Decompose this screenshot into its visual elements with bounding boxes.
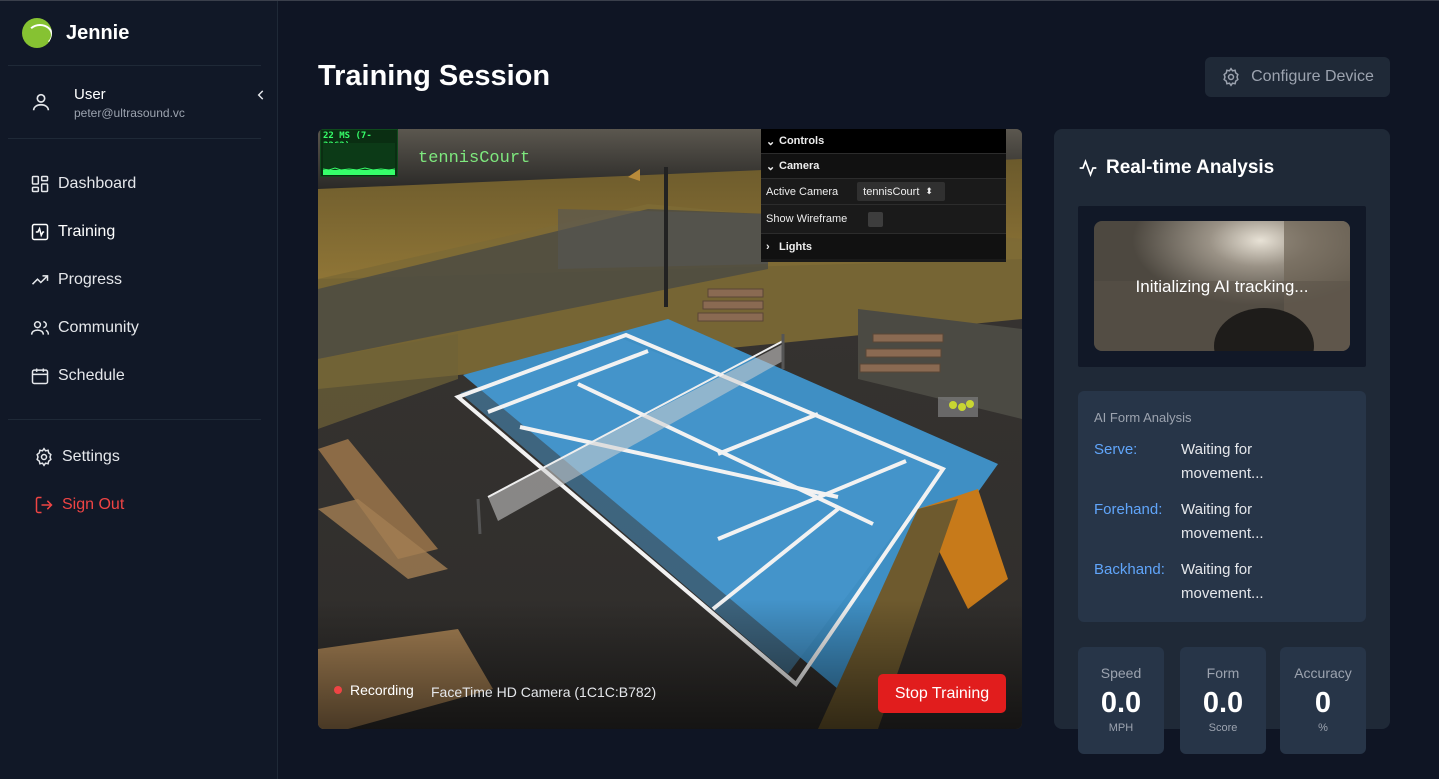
analysis-title: Real-time Analysis	[1106, 157, 1275, 178]
form-metric-card: Form 0.0 Score	[1180, 647, 1266, 754]
brand-name: Jennie	[66, 21, 130, 44]
active-camera-select[interactable]: tennisCourt ⬍	[857, 182, 946, 201]
gear-icon	[1223, 67, 1239, 87]
fps-stats-panel[interactable]: 22 MS (7-3262)	[320, 129, 398, 177]
tracking-status-text: Initializing AI tracking...	[1135, 277, 1309, 296]
forehand-status: Waiting for movement...	[1181, 501, 1264, 542]
fps-graph-bars	[322, 167, 396, 175]
recording-label: Recording	[350, 682, 414, 698]
user-icon	[32, 93, 50, 111]
calendar-icon	[31, 368, 49, 385]
backhand-status: Waiting for movement...	[1181, 561, 1264, 602]
user-email: peter@ultrasound.vc	[74, 106, 185, 120]
camera-device-name: FaceTime HD Camera (1C1C:B782)	[431, 684, 657, 700]
speed-metric-card: Speed 0.0 MPH	[1078, 647, 1164, 754]
active-camera-label: Active Camera	[766, 185, 839, 198]
analysis-header: Real-time Analysis	[1078, 157, 1274, 179]
chevron-down-icon: ⌄	[766, 135, 776, 148]
sidebar-item-label: Dashboard	[58, 175, 137, 192]
sidebar-item-label: Training	[58, 223, 116, 240]
gui-camera-folder[interactable]: ⌄ Camera	[761, 154, 1006, 179]
controls-gui-panel: ⌄ Controls ⌄ Camera Active Camera tennis…	[761, 129, 1006, 262]
sign-out-button[interactable]: Sign Out	[34, 493, 124, 517]
stop-training-button[interactable]: Stop Training	[878, 674, 1006, 713]
gui-wireframe-row: Show Wireframe	[761, 205, 1006, 234]
forehand-label: Forehand:	[1094, 501, 1163, 518]
metric-unit: %	[1318, 722, 1328, 734]
sidebar-item-community[interactable]: Community	[30, 316, 139, 340]
divider	[8, 138, 261, 139]
camera-preview[interactable]: Initializing AI tracking...	[1094, 221, 1350, 351]
recording-dot-icon	[334, 686, 342, 694]
sidebar-item-dashboard[interactable]: Dashboard	[30, 172, 136, 196]
serve-label: Serve:	[1094, 441, 1138, 458]
gui-camera-label: Camera	[779, 160, 820, 172]
configure-device-label: Configure Device	[1251, 68, 1374, 85]
divider	[8, 419, 261, 420]
gear-icon	[36, 447, 52, 467]
configure-device-button[interactable]: Configure Device	[1205, 57, 1390, 97]
brand[interactable]: Jennie	[22, 18, 129, 48]
training-scene-viewport[interactable]: 22 MS (7-3262) tennisCourt ⌄ Controls ⌄ …	[318, 129, 1022, 729]
sign-out-label: Sign Out	[62, 496, 125, 513]
camera-preview-container: Initializing AI tracking...	[1078, 206, 1366, 367]
chevron-down-icon: ⌄	[766, 160, 776, 173]
scene-name-label: tennisCourt	[418, 149, 531, 168]
page-title: Training Session	[318, 60, 551, 92]
form-analysis-title: AI Form Analysis	[1094, 410, 1192, 425]
chevron-left-icon[interactable]	[254, 88, 268, 102]
wireframe-checkbox[interactable]	[868, 211, 884, 227]
form-analysis-card: AI Form Analysis Serve: Waiting for move…	[1078, 391, 1366, 622]
sidebar: Jennie User peter@ultrasound.vc Dashboar…	[0, 1, 278, 779]
activity-square-icon	[31, 223, 49, 241]
metric-label: Form	[1206, 665, 1240, 681]
activity-icon	[1079, 158, 1097, 178]
gui-active-camera-row: Active Camera tennisCourt ⬍	[761, 179, 1006, 205]
analysis-panel: Real-time Analysis Initializing AI track…	[1054, 129, 1390, 754]
recording-indicator: Recording	[334, 682, 414, 698]
sidebar-item-label: Progress	[58, 271, 123, 288]
sidebar-item-training[interactable]: Training	[30, 220, 115, 244]
log-out-icon	[35, 496, 53, 514]
serve-status: Waiting for movement...	[1181, 441, 1264, 482]
fps-graph	[322, 143, 396, 175]
metric-label: Speed	[1100, 665, 1142, 681]
gui-controls-label: Controls	[779, 135, 825, 147]
tennis-ball-logo-icon	[22, 18, 52, 48]
chevron-right-icon: ›	[766, 240, 770, 253]
metric-value: 0	[1314, 687, 1332, 719]
divider	[8, 65, 261, 66]
sidebar-item-label: Settings	[62, 448, 120, 465]
select-arrows-icon: ⬍	[925, 186, 933, 196]
dashboard-grid-icon	[31, 175, 49, 193]
gui-controls-header[interactable]: ⌄ Controls	[761, 129, 1006, 154]
gui-lights-folder[interactable]: › Lights	[761, 234, 1006, 259]
sidebar-item-schedule[interactable]: Schedule	[30, 364, 125, 388]
metric-unit: Score	[1208, 722, 1238, 734]
sidebar-item-label: Schedule	[58, 367, 125, 384]
user-name: User	[74, 86, 106, 103]
sidebar-item-label: Community	[58, 319, 139, 336]
active-camera-value: tennisCourt	[863, 185, 920, 198]
accuracy-metric-card: Accuracy 0 %	[1280, 647, 1366, 754]
gui-lights-label: Lights	[779, 240, 812, 253]
trending-up-icon	[31, 275, 49, 285]
metric-value: 0.0	[1100, 687, 1142, 719]
sidebar-item-progress[interactable]: Progress	[30, 268, 122, 292]
metric-value: 0.0	[1202, 687, 1244, 719]
users-icon	[30, 321, 50, 335]
wireframe-label: Show Wireframe	[766, 213, 848, 225]
metric-unit: MPH	[1108, 722, 1134, 734]
metric-label: Accuracy	[1294, 665, 1352, 681]
backhand-label: Backhand:	[1094, 561, 1165, 578]
sidebar-item-settings[interactable]: Settings	[34, 445, 120, 469]
